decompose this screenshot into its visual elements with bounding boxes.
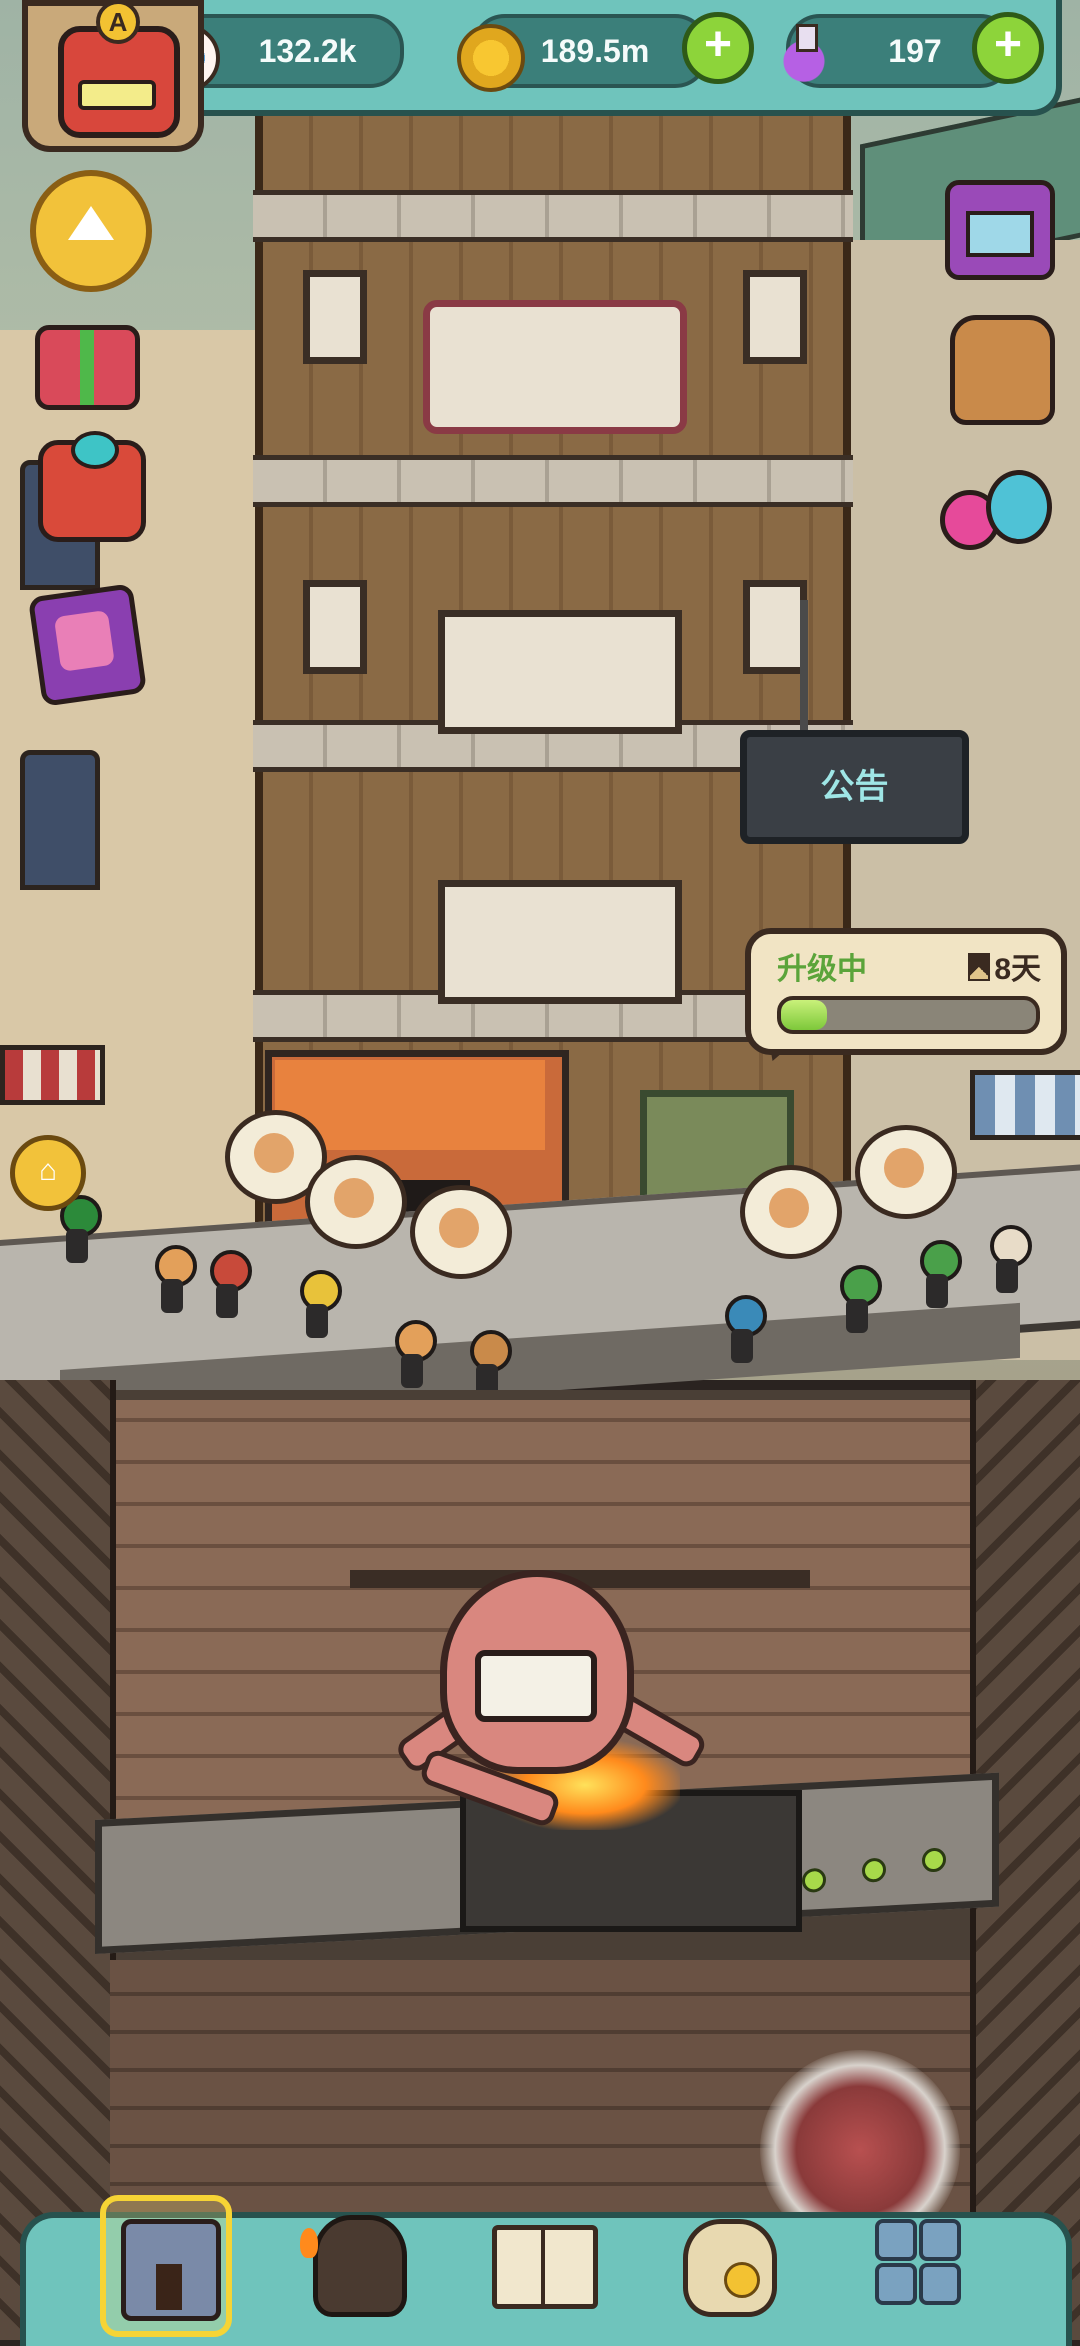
nav-book[interactable] [480,2195,600,2325]
home-icon: ⌂ [38,1154,58,1187]
nav-coin-bag[interactable] [665,2195,785,2325]
eyeball-value: 132.2k [258,33,357,69]
potion-value: 197 [888,33,942,69]
add-gold-button[interactable]: + [682,12,754,84]
customer[interactable] [920,1240,962,1310]
coin-bag-icon [683,2219,777,2317]
customer[interactable] [725,1295,767,1365]
notice-board-label: 公告 [820,768,889,806]
home-button[interactable]: ⌂ [10,1135,86,1211]
present-icon[interactable] [38,431,146,542]
left-shop-awning [0,1045,105,1105]
gift-box-icon[interactable] [35,325,140,410]
customer[interactable] [155,1245,197,1315]
monster-icon [300,2215,407,2317]
customer[interactable] [210,1250,252,1320]
nav-building[interactable] [100,2195,232,2337]
customer[interactable] [395,1320,437,1390]
customer-thought-bubble [855,1125,957,1219]
potion-icon [774,24,834,84]
grid-menu-icon [875,2219,961,2305]
player-avatar[interactable]: A [22,0,204,152]
add-potion-button[interactable]: + [972,12,1044,84]
customer[interactable] [990,1225,1032,1295]
right-shop-awning [970,1070,1080,1140]
upgrade-label: 升级中 [777,953,867,986]
eyeballs-icon[interactable] [940,460,1052,550]
customer-thought-bubble [305,1155,407,1249]
cards-icon[interactable] [27,583,148,707]
octopus-mouth [475,1650,597,1722]
nav-monsters[interactable] [295,2195,415,2325]
upgrade-progress-bar [777,996,1040,1034]
notice-board[interactable]: 公告 [740,730,969,844]
customer[interactable] [300,1270,342,1340]
collapse-menu-button[interactable] [30,170,152,292]
notice-chain [800,600,808,750]
customer[interactable] [840,1265,882,1335]
gold-value: 189.5m [540,33,650,69]
customer-thought-bubble [740,1165,842,1259]
upgrade-progress-fill [781,1000,827,1030]
book-icon [492,2225,598,2309]
tv-shop-icon[interactable] [945,180,1055,280]
building-icon [121,2219,221,2321]
gold-counter: 189.5m [457,14,709,92]
player-rank-badge: A [96,0,140,44]
hourglass-icon [968,953,991,981]
gold-coin-icon [457,24,525,92]
upgrade-time-remaining: 8天 [994,953,1041,986]
upgrade-status-bubble[interactable]: 升级中 8天 [745,928,1067,1055]
backpack-icon[interactable] [950,315,1055,425]
resource-bar: 132.2k 189.5m + 197 + [130,0,1062,116]
customer-thought-bubble [410,1185,512,1279]
upgrade-timer: 8天 [968,944,1041,988]
collapse-arrow-icon [68,206,114,240]
nav-grid-menu[interactable] [855,2195,975,2325]
